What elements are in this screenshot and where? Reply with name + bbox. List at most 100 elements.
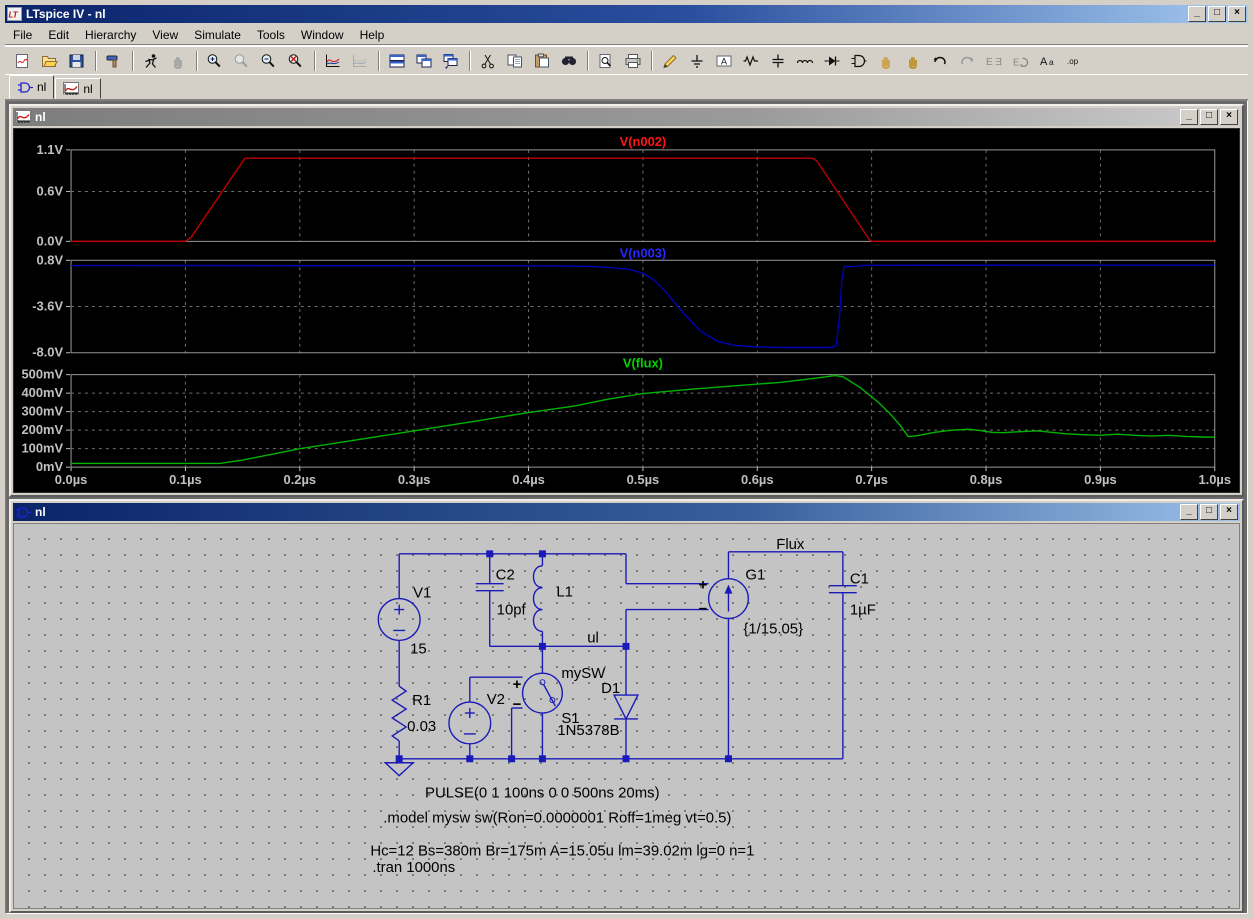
print-button[interactable] [620, 48, 647, 73]
svg-text:mySW: mySW [561, 665, 606, 682]
schematic-close-button[interactable]: × [1220, 504, 1238, 520]
trace-label-V(n002): V(n002) [620, 134, 667, 149]
place-resistor-button[interactable] [738, 48, 765, 73]
tab-nl-schematic[interactable]: nl [9, 75, 54, 99]
svg-text:G1: G1 [745, 567, 765, 584]
place-capacitor-button[interactable] [765, 48, 792, 73]
component-G1[interactable] [709, 579, 749, 619]
place-component-button[interactable] [846, 48, 873, 73]
svg-text:+: + [513, 676, 522, 693]
menu-help[interactable]: Help [352, 26, 393, 44]
schematic-maximize-button[interactable]: □ [1200, 504, 1218, 520]
spice-directive-button[interactable]: .op [1062, 48, 1089, 73]
waveform-window: nl _ □ × 1.1V0.6V0.0VV(n002)0.8V-3.6V-8.… [9, 104, 1244, 497]
halt-button[interactable] [165, 48, 192, 73]
zoom-in-button[interactable] [202, 48, 229, 73]
tab-nl-waveform[interactable]: nl [55, 78, 100, 99]
waveform-maximize-button[interactable]: □ [1200, 109, 1218, 125]
minimize-button[interactable]: _ [1188, 6, 1206, 22]
menu-file[interactable]: File [5, 26, 40, 44]
find-button[interactable] [556, 48, 583, 73]
component-L1[interactable] [533, 566, 542, 632]
waveform-window-titlebar: nl _ □ × [13, 108, 1240, 126]
menu-window[interactable]: Window [293, 26, 352, 44]
component-V1[interactable] [378, 599, 420, 641]
svg-text:0.5µs: 0.5µs [627, 472, 660, 487]
cascade-windows-button[interactable] [438, 48, 465, 73]
spice-directive-text-2: .model mysw sw(Ron=0.0000001 Roff=1meg v… [383, 809, 731, 826]
menu-tools[interactable]: Tools [249, 26, 293, 44]
plot-settings-button[interactable] [347, 48, 374, 73]
place-label-button[interactable]: A [711, 48, 738, 73]
schematic-minimize-button[interactable]: _ [1180, 504, 1198, 520]
drag-button[interactable] [900, 48, 927, 73]
draw-wire-button[interactable] [657, 48, 684, 73]
tab-label: nl [83, 82, 92, 96]
rotate-button[interactable]: E [1008, 48, 1035, 73]
svg-text:a: a [1049, 57, 1054, 67]
tile-vertical-button[interactable] [411, 48, 438, 73]
component-R1[interactable] [392, 686, 406, 741]
svg-text:-8.0V: -8.0V [32, 345, 63, 360]
maximize-button[interactable]: □ [1208, 6, 1226, 22]
menu-hierarchy[interactable]: Hierarchy [77, 26, 144, 44]
zoom-back-button[interactable] [229, 48, 256, 73]
new-schematic-button[interactable] [10, 48, 37, 73]
drag-icon [904, 53, 923, 69]
toolbar: AEEEAa.op [5, 46, 1248, 75]
tab-label: nl [37, 80, 46, 94]
svg-text:−: − [513, 696, 522, 713]
zoom-out-button[interactable] [256, 48, 283, 73]
svg-text:15: 15 [410, 640, 427, 657]
menu-view[interactable]: View [144, 26, 186, 44]
menu-edit[interactable]: Edit [40, 26, 77, 44]
cut-button[interactable] [475, 48, 502, 73]
zoom-full-extents-icon [287, 53, 306, 69]
menu-bar: FileEditHierarchyViewSimulateToolsWindow… [5, 25, 1248, 45]
trace-label-V(n003): V(n003) [620, 245, 667, 260]
waveform-icon [63, 82, 79, 96]
place-inductor-button[interactable] [792, 48, 819, 73]
open-button[interactable] [37, 48, 64, 73]
place-text-button[interactable]: Aa [1035, 48, 1062, 73]
component-D1[interactable] [614, 695, 638, 719]
svg-text:1N5378B: 1N5378B [557, 722, 619, 739]
undo-button[interactable] [927, 48, 954, 73]
copy-icon [506, 53, 525, 69]
redo-button[interactable] [954, 48, 981, 73]
svg-text:C2: C2 [496, 567, 515, 584]
component-C2[interactable] [476, 584, 504, 591]
place-diode-button[interactable] [819, 48, 846, 73]
zoom-full-extents-button[interactable] [283, 48, 310, 73]
waveform-minimize-button[interactable]: _ [1180, 109, 1198, 125]
paste-button[interactable] [529, 48, 556, 73]
mirror-button[interactable]: EE [981, 48, 1008, 73]
svg-text:0.7µs: 0.7µs [855, 472, 888, 487]
tile-horizontal-icon [388, 53, 407, 69]
copy-button[interactable] [502, 48, 529, 73]
find-icon [560, 53, 579, 69]
print-preview-button[interactable] [593, 48, 620, 73]
control-panel-button[interactable] [101, 48, 128, 73]
tile-horizontal-button[interactable] [384, 48, 411, 73]
run-icon [142, 53, 161, 69]
schematic-canvas[interactable]: V115R10.03V2C210pfL1+−mySWS1D11N5378B+−G… [13, 523, 1240, 909]
run-button[interactable] [138, 48, 165, 73]
move-button[interactable] [873, 48, 900, 73]
waveform-plot-area[interactable]: 1.1V0.6V0.0VV(n002)0.8V-3.6V-8.0VV(n003)… [13, 128, 1240, 493]
move-icon [877, 53, 896, 69]
svg-text:0.0V: 0.0V [37, 233, 64, 248]
control-panel-icon [105, 53, 124, 69]
component-S1[interactable] [523, 673, 563, 713]
spice-directive-text-1: PULSE(0 1 100ns 0 0 500ns 20ms) [425, 785, 660, 802]
place-ground-button[interactable] [684, 48, 711, 73]
waveform-window-title: nl [35, 110, 1174, 124]
autorange-y-button[interactable] [320, 48, 347, 73]
save-button[interactable] [64, 48, 91, 73]
component-V2[interactable] [449, 702, 491, 744]
svg-text:1.1V: 1.1V [37, 142, 64, 157]
ground-symbol[interactable] [385, 759, 413, 776]
menu-simulate[interactable]: Simulate [186, 26, 249, 44]
waveform-close-button[interactable]: × [1220, 109, 1238, 125]
close-button[interactable]: × [1228, 6, 1246, 22]
